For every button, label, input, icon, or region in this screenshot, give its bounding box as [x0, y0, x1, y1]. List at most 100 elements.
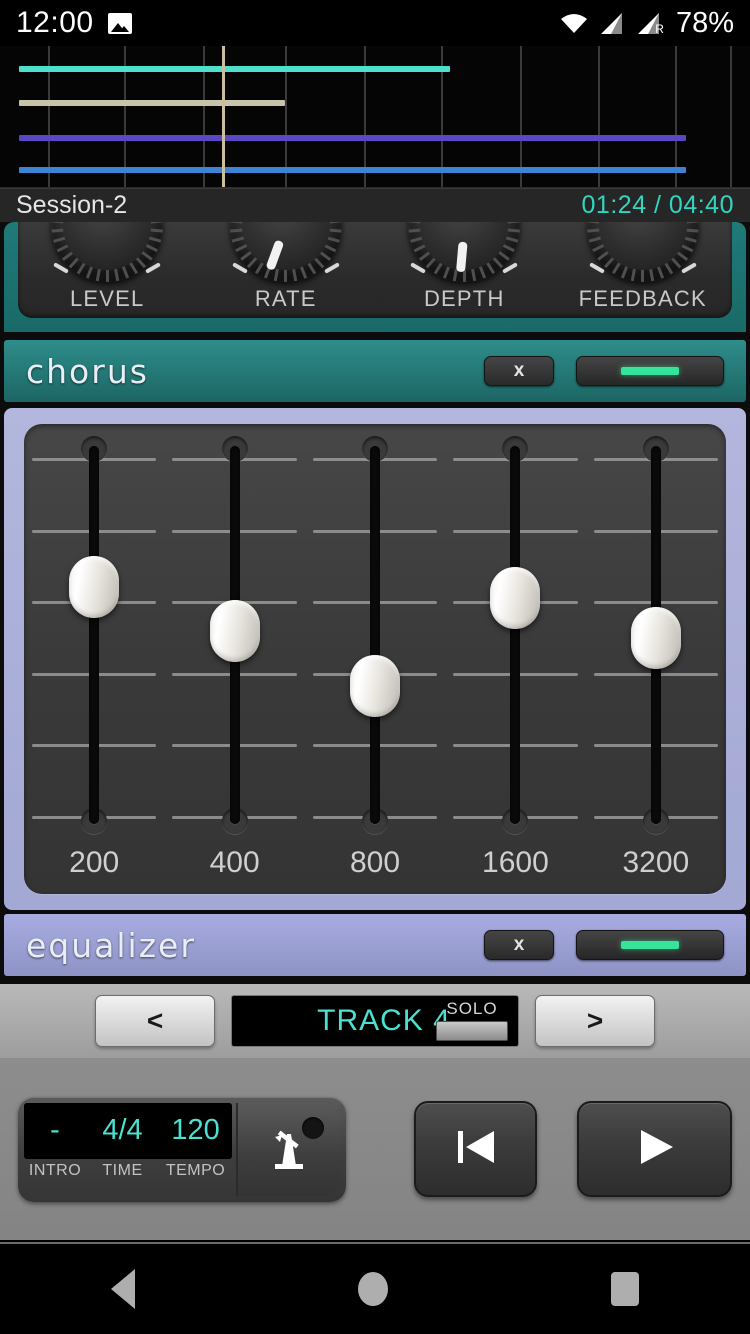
- eq-frequency-label: 400: [209, 846, 260, 879]
- metronome-led-indicator: [302, 1116, 324, 1139]
- eq-frequency-label: 1600: [482, 846, 549, 879]
- eq-slider-thumb[interactable]: [209, 599, 260, 662]
- eq-frequency-label: 800: [349, 846, 401, 879]
- status-bar: 12:00 R 78%: [0, 0, 750, 46]
- back-triangle-icon[interactable]: [111, 1269, 136, 1309]
- effects-rack: LEVEL RATE DEPTH FEEDBACK chorus x 200 400 80…: [0, 222, 750, 984]
- knob-body[interactable]: [51, 222, 164, 282]
- intro-label: INTRO: [28, 1161, 82, 1179]
- chorus-knob-feedback[interactable]: FEEDBACK: [563, 222, 723, 312]
- status-bar-left: 12:00: [16, 6, 132, 40]
- eq-frequency-label: 3200: [622, 846, 690, 879]
- home-circle-icon[interactable]: [357, 1272, 388, 1306]
- track-3-clip[interactable]: [18, 134, 687, 141]
- eq-slider-track[interactable]: [370, 446, 381, 824]
- chorus-footer-bar: chorus x: [4, 340, 746, 402]
- equalizer-band-list: 200 400 800 1600 3200: [24, 424, 726, 894]
- eq-slider-thumb[interactable]: [490, 566, 541, 629]
- track-2-clip[interactable]: [18, 99, 285, 106]
- chorus-close-button[interactable]: x: [484, 356, 554, 386]
- timeline-view[interactable]: [0, 46, 750, 188]
- signal-bars-roaming-icon: R: [635, 11, 664, 36]
- signal-bars-icon: [598, 11, 626, 36]
- photo-icon: [107, 12, 132, 34]
- time-label: TIME: [102, 1161, 143, 1179]
- eq-band-400[interactable]: 400: [164, 424, 304, 894]
- playhead-marker[interactable]: [222, 46, 225, 187]
- eq-frequency-label: 200: [69, 846, 120, 879]
- knob-label: DEPTH: [423, 286, 505, 311]
- knob-label: FEEDBACK: [578, 286, 707, 311]
- status-clock: 12:00: [16, 6, 94, 39]
- tempo-value: 120: [171, 1114, 220, 1146]
- chorus-title: chorus: [26, 351, 149, 391]
- tempo-label: TEMPO: [165, 1161, 226, 1179]
- previous-track-button[interactable]: <: [95, 995, 215, 1047]
- eq-band-200[interactable]: 200: [24, 424, 164, 894]
- meter-group: - 4/4 120 INTRO TIME TEMPO: [18, 1096, 346, 1202]
- eq-slider-thumb[interactable]: [350, 654, 401, 717]
- solo-label: SOLO: [446, 999, 498, 1018]
- eq-band-3200[interactable]: 3200: [586, 424, 726, 894]
- play-button[interactable]: [577, 1101, 732, 1197]
- chorus-knob-rate[interactable]: RATE: [206, 222, 366, 312]
- eq-slider-thumb[interactable]: [69, 555, 120, 618]
- equalizer-title: equalizer: [26, 925, 196, 965]
- eq-band-1600[interactable]: 1600: [445, 424, 585, 894]
- meter-lcd: - 4/4 120: [24, 1102, 232, 1159]
- knob-body[interactable]: [586, 222, 699, 282]
- eq-slider-thumb[interactable]: [630, 607, 681, 670]
- transport-bar: - 4/4 120 INTRO TIME TEMPO: [0, 1058, 750, 1240]
- timeline-gridline: [597, 46, 600, 187]
- equalizer-close-button[interactable]: x: [484, 930, 554, 960]
- knob-body[interactable]: [229, 222, 342, 282]
- app-root: 12:00 R 78% Session-2 01:24 / 04:40 LEVE…: [0, 0, 750, 1334]
- intro-value: -: [50, 1114, 60, 1146]
- chorus-controls: x: [484, 356, 724, 386]
- meter-labels: INTRO TIME TEMPO: [24, 1162, 232, 1180]
- chorus-knob-panel: LEVEL RATE DEPTH FEEDBACK: [18, 222, 732, 318]
- rewind-to-start-icon: [448, 1122, 504, 1177]
- equalizer-controls: x: [484, 930, 724, 960]
- status-bar-right: R 78%: [559, 7, 734, 40]
- eq-band-800[interactable]: 800: [305, 424, 445, 894]
- session-meter-display[interactable]: - 4/4 120 INTRO TIME TEMPO: [24, 1102, 232, 1196]
- session-name: Session-2: [16, 191, 128, 219]
- knob-label: RATE: [254, 286, 317, 311]
- chorus-power-led: [621, 367, 679, 375]
- wifi-icon: [559, 11, 589, 35]
- track-4-clip[interactable]: [18, 167, 687, 174]
- recents-square-icon[interactable]: [610, 1272, 639, 1306]
- time-signature-value: 4/4: [102, 1114, 143, 1146]
- equalizer-power-led: [621, 941, 679, 949]
- rewind-to-start-button[interactable]: [414, 1101, 538, 1197]
- roaming-indicator: R: [655, 21, 664, 36]
- timeline-gridline: [519, 46, 522, 187]
- metronome-button[interactable]: [236, 1102, 340, 1196]
- chorus-knob-level[interactable]: LEVEL: [27, 222, 187, 312]
- eq-slider-track[interactable]: [510, 446, 521, 824]
- play-icon: [629, 1122, 681, 1177]
- android-nav-bar: [0, 1242, 750, 1334]
- next-track-button[interactable]: >: [535, 995, 655, 1047]
- chorus-power-toggle[interactable]: [576, 356, 724, 386]
- track-selector-bar: < TRACK 4 SOLO >: [0, 984, 750, 1058]
- chorus-knob-depth[interactable]: DEPTH: [384, 222, 544, 312]
- timeline-gridline: [729, 46, 732, 187]
- knob-body[interactable]: [408, 222, 521, 282]
- knob-label: LEVEL: [70, 286, 145, 311]
- solo-control[interactable]: SOLO: [436, 999, 508, 1041]
- session-bar[interactable]: Session-2 01:24 / 04:40: [0, 188, 750, 222]
- chorus-module: LEVEL RATE DEPTH FEEDBACK: [4, 222, 746, 332]
- timeline-gridline: [675, 46, 677, 187]
- eq-slider-track[interactable]: [89, 446, 100, 824]
- equalizer-footer-bar: equalizer x: [4, 914, 746, 976]
- equalizer-module: 200 400 800 1600 3200: [4, 408, 746, 910]
- session-time-display: 01:24 / 04:40: [581, 191, 734, 219]
- track-1-clip[interactable]: [18, 65, 450, 72]
- equalizer-power-toggle[interactable]: [576, 930, 724, 960]
- solo-button[interactable]: [436, 1021, 508, 1041]
- equalizer-panel: 200 400 800 1600 3200: [24, 424, 726, 894]
- battery-percent: 78%: [675, 6, 734, 39]
- track-display[interactable]: TRACK 4 SOLO: [231, 995, 519, 1047]
